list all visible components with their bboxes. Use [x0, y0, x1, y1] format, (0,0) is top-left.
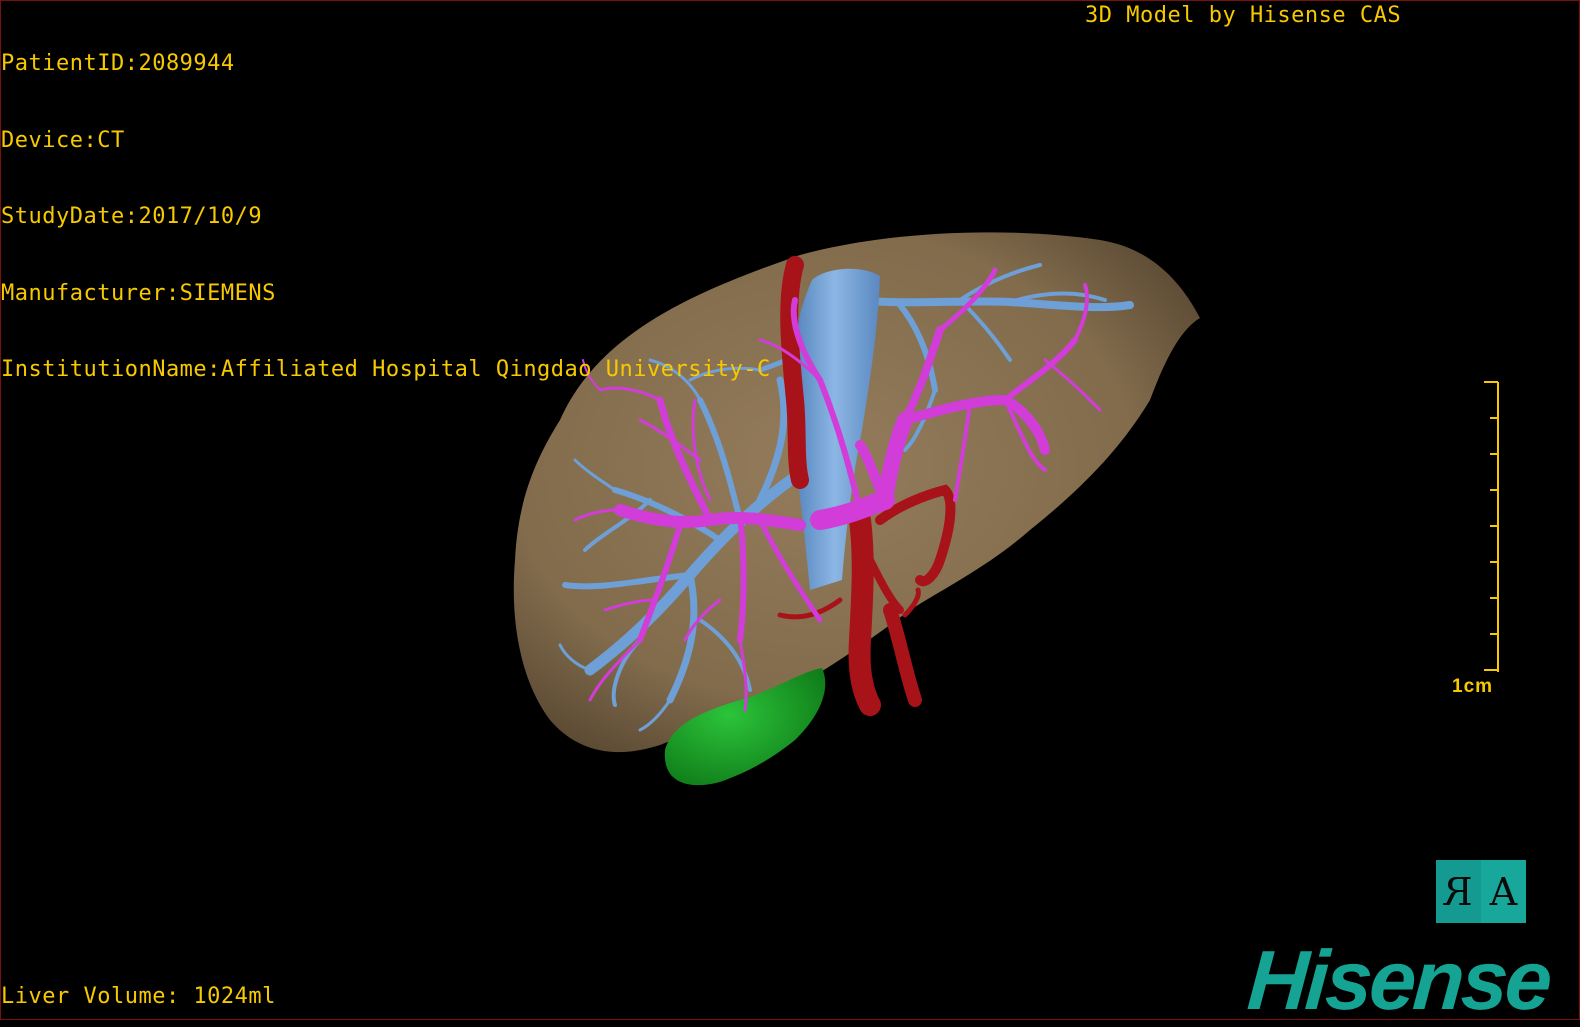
institution-text: InstitutionName:Affiliated Hospital Qing…: [1, 357, 771, 382]
patient-id-text: PatientID:2089944: [1, 51, 235, 76]
study-date-text: StudyDate:2017/10/9: [1, 204, 263, 229]
hisense-logo: Hisense: [1244, 933, 1553, 1027]
orientation-right-glyph: A: [1481, 860, 1526, 923]
scale-bar: [1484, 381, 1499, 672]
model-credit-text: 3D Model by Hisense CAS: [1085, 3, 1402, 28]
3d-viewport[interactable]: PatientID:2089944 Device:CT StudyDate:20…: [0, 0, 1580, 1027]
orientation-button[interactable]: R A: [1436, 860, 1526, 923]
dicom-info-overlay: PatientID:2089944 Device:CT StudyDate:20…: [1, 0, 771, 434]
liver-volume-text: Liver Volume: 1024ml: [1, 984, 276, 1009]
scale-bar-label: 1cm: [1452, 676, 1494, 697]
device-text: Device:CT: [1, 127, 125, 153]
manufacturer-text: Manufacturer:SIEMENS: [1, 280, 276, 306]
orientation-left-glyph: R: [1444, 869, 1473, 914]
